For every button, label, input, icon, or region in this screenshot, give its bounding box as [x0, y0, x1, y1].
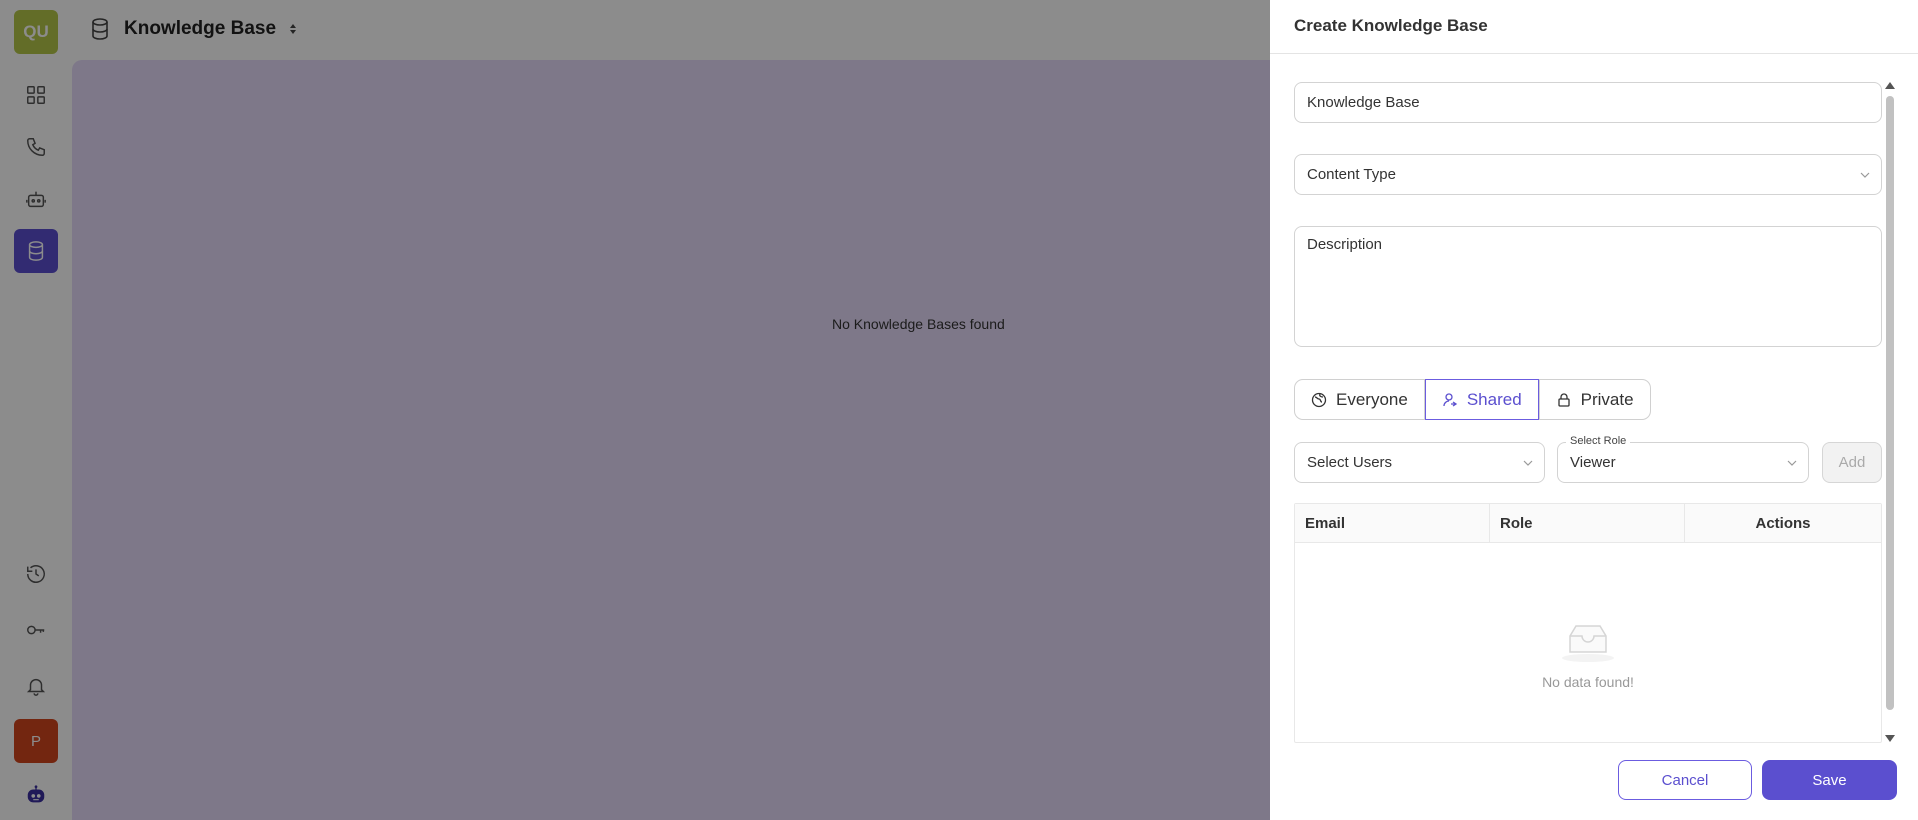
- lock-icon: [1558, 392, 1570, 407]
- table-header: Email Role Actions: [1295, 504, 1881, 543]
- description-value: Description: [1307, 236, 1383, 253]
- access-everyone-button[interactable]: Everyone: [1294, 379, 1425, 420]
- description-field[interactable]: Description: [1294, 226, 1882, 347]
- access-shared-button[interactable]: Shared: [1424, 379, 1539, 420]
- column-actions: Actions: [1755, 514, 1811, 532]
- select-role-label: Select Role: [1566, 435, 1631, 447]
- scroll-up-arrow[interactable]: [1885, 82, 1895, 89]
- select-users-value: Select Users: [1307, 454, 1393, 471]
- drawer-scrollbar[interactable]: [1883, 82, 1897, 742]
- access-shared-label: Shared: [1466, 389, 1522, 409]
- chevron-down-icon: [1787, 460, 1797, 466]
- save-button[interactable]: Save: [1762, 760, 1897, 800]
- add-user-button[interactable]: Add: [1822, 442, 1882, 483]
- column-email: Email: [1295, 504, 1490, 542]
- cancel-button[interactable]: Cancel: [1618, 760, 1752, 800]
- scroll-down-arrow[interactable]: [1885, 735, 1895, 742]
- drawer-title: Create Knowledge Base: [1270, 0, 1918, 54]
- empty-inbox-icon: [1562, 625, 1614, 662]
- chevron-down-icon: [1860, 172, 1870, 178]
- content-type-value: Content Type: [1307, 166, 1396, 183]
- create-knowledge-base-drawer: Create Knowledge Base Knowledge Base Con…: [1270, 0, 1918, 820]
- access-private-label: Private: [1580, 389, 1634, 409]
- access-everyone-label: Everyone: [1336, 389, 1408, 409]
- table-empty-state: No data found!: [1295, 622, 1881, 690]
- name-field[interactable]: Knowledge Base: [1294, 82, 1882, 123]
- content-type-select[interactable]: Content Type: [1294, 154, 1882, 195]
- access-toggle-group: Everyone Shared Private: [1294, 379, 1651, 420]
- select-users-dropdown[interactable]: Select Users: [1294, 442, 1545, 483]
- select-role-dropdown[interactable]: Viewer: [1557, 442, 1809, 483]
- globe-icon: [1311, 392, 1327, 407]
- chevron-down-icon: [1523, 460, 1533, 466]
- name-field-value: Knowledge Base: [1307, 94, 1420, 111]
- shared-users-table: Email Role Actions No data found!: [1294, 503, 1882, 743]
- select-role-value: Viewer: [1570, 454, 1616, 471]
- modal-overlay[interactable]: [0, 0, 1270, 820]
- table-empty-text: No data found!: [1542, 674, 1634, 690]
- user-share-icon: [1443, 392, 1457, 407]
- scroll-thumb[interactable]: [1886, 96, 1894, 710]
- access-private-button[interactable]: Private: [1538, 379, 1651, 420]
- column-role: Role: [1490, 504, 1685, 542]
